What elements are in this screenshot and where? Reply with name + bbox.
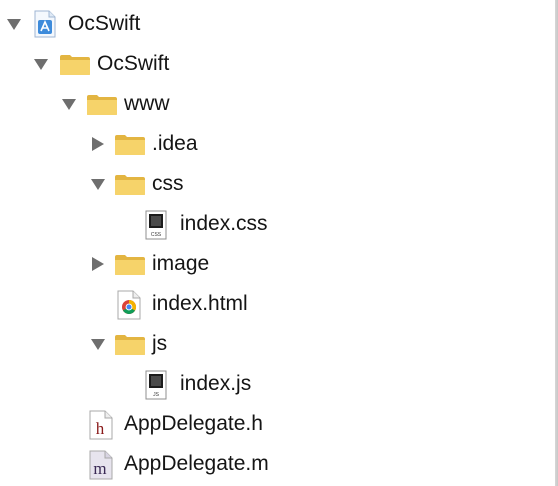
folder-icon [59, 54, 91, 81]
tree-item-label: OcSwift [97, 52, 170, 75]
tree-row-file[interactable]: JS index.js [0, 364, 555, 404]
tree-row-project[interactable]: OcSwift [0, 4, 555, 44]
xcode-project-icon [33, 10, 57, 43]
disclosure-collapsed-icon[interactable] [91, 137, 105, 151]
disclosure-expanded-icon[interactable] [62, 97, 76, 111]
tree-row-group[interactable]: OcSwift [0, 44, 555, 84]
tree-row-file[interactable]: index.html [0, 284, 555, 324]
header-file-icon: h [89, 410, 113, 445]
tree-row-file[interactable]: CSS index.css [0, 204, 555, 244]
disclosure-expanded-icon[interactable] [91, 177, 105, 191]
tree-item-label: index.html [152, 292, 248, 315]
disclosure-expanded-icon[interactable] [91, 337, 105, 351]
tree-item-label: index.css [180, 212, 268, 235]
tree-item-label: AppDelegate.m [124, 452, 269, 475]
tree-item-label: .idea [152, 132, 198, 155]
tree-item-label: OcSwift [68, 12, 141, 35]
tree-row-folder[interactable]: css [0, 164, 555, 204]
tree-row-folder[interactable]: js [0, 324, 555, 364]
tree-item-label: css [152, 172, 184, 195]
file-badge: JS [153, 392, 160, 398]
tree-item-label: index.js [180, 372, 252, 395]
file-glyph: h [96, 419, 105, 438]
css-file-icon: CSS [145, 210, 167, 245]
tree-row-folder[interactable]: .idea [0, 124, 555, 164]
project-navigator: OcSwift OcSwift www .idea css CSS index.… [0, 0, 558, 486]
tree-item-label: image [152, 252, 210, 275]
disclosure-collapsed-icon[interactable] [91, 257, 105, 271]
js-file-icon: JS [145, 370, 167, 405]
disclosure-expanded-icon[interactable] [34, 57, 48, 71]
tree-item-label: AppDelegate.h [124, 412, 263, 435]
file-glyph: m [93, 459, 106, 478]
chrome-html-file-icon [117, 290, 141, 325]
tree-row-folder[interactable]: www [0, 84, 555, 124]
folder-icon [86, 94, 118, 121]
tree-row-file[interactable]: h AppDelegate.h [0, 404, 555, 444]
folder-icon [114, 254, 146, 281]
tree-item-label: js [152, 332, 168, 355]
folder-icon [114, 134, 146, 161]
objc-file-icon: m [89, 450, 113, 485]
tree-row-file[interactable]: m AppDelegate.m [0, 444, 555, 484]
tree-item-label: www [124, 92, 170, 115]
disclosure-expanded-icon[interactable] [7, 17, 21, 31]
folder-icon [114, 174, 146, 201]
folder-icon [114, 334, 146, 361]
file-badge: CSS [151, 232, 162, 238]
tree-row-folder[interactable]: image [0, 244, 555, 284]
